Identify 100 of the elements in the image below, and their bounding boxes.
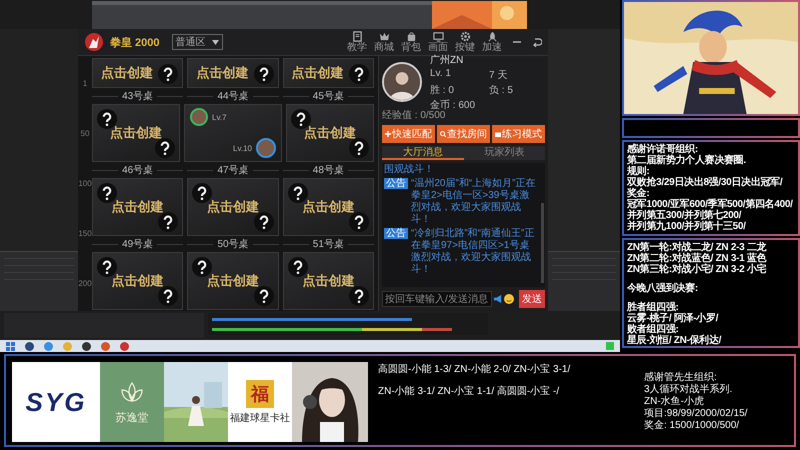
table-label: 50号桌 — [217, 238, 249, 252]
days-label: 7 天 — [489, 68, 508, 82]
question-icon — [158, 64, 178, 84]
logo-icon — [84, 32, 104, 52]
question-icon — [254, 64, 274, 84]
question-icon — [348, 64, 369, 84]
question-icon — [349, 138, 369, 158]
server-dropdown[interactable]: 普通区 — [172, 34, 223, 50]
scale-label: 50 — [80, 128, 90, 138]
info-line: ZN第一轮:对战二龙/ ZN 2-3 二龙 — [627, 242, 768, 253]
question-icon — [254, 212, 274, 232]
create-table-button[interactable]: 点击创建 — [92, 252, 184, 310]
book-icon — [352, 31, 362, 42]
logo: 苏逸堂 — [100, 362, 164, 442]
question-icon — [348, 212, 369, 232]
rocket-icon — [486, 31, 498, 42]
plus-icon — [385, 131, 391, 138]
notice-badge: 公告 — [384, 178, 408, 190]
info-line: 3人循环对战半系列. — [644, 384, 734, 396]
info-line: 奖金: — [627, 188, 650, 199]
tab[interactable]: 玩家列表 — [464, 146, 545, 160]
level-label: Lv.7 — [212, 112, 227, 122]
back-icon[interactable] — [532, 37, 542, 48]
avatar — [256, 138, 276, 158]
chat-message: 围观战斗！ — [384, 164, 434, 176]
nav-button[interactable]: 商城 — [374, 31, 394, 54]
result-line: ZN-小能 3-1/ ZN-小宝 1-1/ 高圆圆-小宝 -/ — [378, 386, 560, 398]
question-icon — [254, 286, 274, 306]
create-table-button[interactable]: 点击创建 — [282, 178, 374, 236]
info-line: ZN第三轮:对战小宅/ ZN 3-2 小宅 — [627, 264, 768, 275]
wins-label: 胜 : 0 — [430, 84, 455, 97]
nav-button[interactable]: 背包 — [401, 31, 421, 54]
create-table-button[interactable]: 点击创建 — [92, 104, 180, 162]
create-table-button[interactable]: 点击创建 — [187, 178, 279, 236]
create-table-button[interactable]: 点击创建 — [282, 58, 374, 88]
emoji-icon[interactable] — [504, 294, 514, 304]
info-line: 双败抢3/29日决出8强/30日决出冠军/ — [627, 177, 784, 188]
bag-icon — [406, 31, 416, 42]
info-line: 奖金: 1500/1000/500/ — [644, 420, 740, 432]
info-line: 冠军1000/亚军600/季军500/第四名400/ — [627, 199, 794, 210]
create-table-button[interactable]: 点击创建 — [92, 58, 184, 88]
experience-label: 经验值 : 0/500 — [382, 110, 446, 122]
coins-label: 金币 : 600 — [430, 98, 476, 111]
info-line: 今晚八强到决赛: — [627, 283, 699, 294]
scale-label: 100 — [78, 179, 92, 188]
table-label: 43号桌 — [122, 90, 154, 104]
result-line: 高圆圆-小能 1-3/ ZN-小能 2-0/ ZN-小宝 3-1/ — [378, 364, 572, 376]
create-table-button[interactable]: 点击创建 — [282, 252, 374, 310]
table-label: 49号桌 — [122, 238, 154, 252]
info-line: 并列第九100/并列第十三50/ — [627, 221, 747, 232]
question-icon — [155, 138, 175, 158]
question-icon — [158, 286, 178, 306]
chat-message: “温州20届”和“上海如月”正在拳皇2>电信一区>39号桌激烈对战，欢迎大家围观战斗！ — [411, 178, 536, 226]
create-table-button[interactable]: 点击创建 — [187, 252, 279, 310]
info-line: 败者组四强: — [627, 324, 680, 335]
info-line: 云雾-桃子/ 阿泽-小罗/ — [627, 313, 720, 324]
logo: SYG — [12, 362, 100, 442]
info-line: 规则: — [627, 166, 650, 177]
chat-message: “冷剑归北路”和“南通仙王”正在拳皇97>电信四区>1号桌激烈对战，欢迎大家围观战斗！ — [411, 228, 536, 276]
info-line: ZN-水鱼-小虎 — [644, 396, 705, 408]
scale-label: 150 — [78, 229, 92, 238]
info-line: 星辰-刘恒/ ZN-保利达/ — [627, 335, 722, 346]
table-label: 46号桌 — [122, 164, 154, 178]
monitor-icon — [432, 31, 444, 42]
logo: 福 福建球星卡社 — [228, 362, 292, 442]
app-icon[interactable] — [82, 342, 91, 351]
info-line: 并列第五300/并列第七200/ — [627, 210, 742, 221]
create-table-button[interactable]: 点击创建 — [286, 104, 374, 162]
nav-button[interactable]: 教学 — [347, 31, 367, 54]
scrollbar[interactable] — [541, 203, 544, 284]
app-icon[interactable] — [25, 342, 34, 351]
player-name: 广州ZN — [430, 54, 464, 67]
info-line: 第二届新势力个人赛决赛圈. — [627, 155, 747, 166]
nav-button[interactable]: 按键 — [455, 31, 475, 54]
table-card[interactable]: Lv.7 Lv.10 — [184, 104, 282, 162]
question-icon — [158, 212, 178, 232]
send-button[interactable]: 发送 — [519, 290, 545, 308]
nav-button[interactable]: 加速 — [482, 31, 502, 54]
status-icon — [606, 342, 614, 350]
scale-label: 200 — [78, 279, 92, 288]
start-icon[interactable] — [6, 342, 15, 351]
info-line: ZN第二轮:对战蓝色/ ZN 3-1 蓝色 — [627, 253, 768, 264]
info-line: 感谢许诺哥组织: — [627, 144, 698, 155]
crown-icon — [378, 31, 390, 42]
search-icon — [440, 131, 446, 138]
game-title: 拳皇 2000 — [110, 36, 160, 50]
tab[interactable]: 大厅消息 — [382, 146, 464, 160]
losses-label: 负 : 5 — [489, 84, 513, 97]
create-table-button[interactable]: 点击创建 — [92, 178, 184, 236]
level-label: Lv. 1 — [430, 68, 452, 81]
table-label: 51号桌 — [312, 238, 344, 252]
nav-button[interactable]: 画面 — [428, 31, 448, 54]
avatar — [382, 62, 422, 102]
table-label: 45号桌 — [312, 90, 344, 104]
table-label: 47号桌 — [217, 164, 249, 178]
table-label: 44号桌 — [217, 90, 249, 104]
create-table-button[interactable]: 点击创建 — [187, 58, 279, 88]
caret-icon — [212, 40, 219, 45]
table-label: 48号桌 — [312, 164, 344, 178]
chat-input[interactable]: 按回车键输入/发送消息 — [382, 291, 492, 308]
